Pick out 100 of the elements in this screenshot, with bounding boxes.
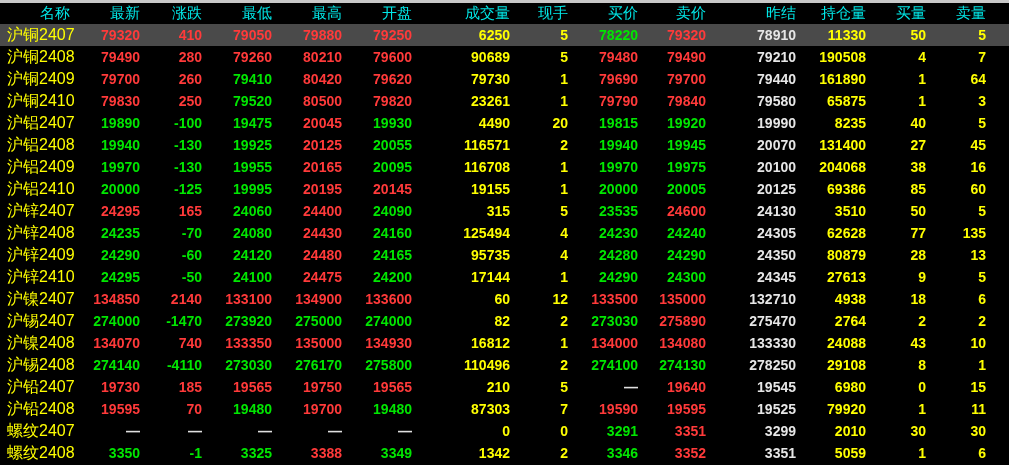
table-cell-text: 24060 xyxy=(232,203,272,219)
column-header[interactable]: 名称 xyxy=(0,4,75,23)
table-row[interactable]: 沪锌2409 24290 -60 24120 24480 24165 95735 4 24280 24290 24350 80879 28 13 xyxy=(0,244,1009,266)
table-cell-text: 24090 xyxy=(372,203,412,219)
contract-name: 沪铝2409 xyxy=(6,156,75,177)
table-cell-text: 19480 xyxy=(232,401,272,417)
table-row[interactable]: 沪锡2407 274000 -1470 273920 275000 274000 82 2 273030 275890 275470 2764 2 2 xyxy=(0,310,1009,332)
table-row[interactable]: 沪铅2408 19595 70 19480 19700 19480 87303 7 19590 19595 19525 79920 1 11 xyxy=(0,398,1009,420)
table-row[interactable]: 沪铅2407 19730 185 19565 19750 19565 210 5 — 19640 19545 6980 0 15 xyxy=(0,376,1009,398)
table-cell-text: 79210 xyxy=(756,49,796,65)
table-cell-text: 79260 xyxy=(232,49,272,65)
table-cell-text: 134080 xyxy=(658,335,706,351)
table-cell-text: 274130 xyxy=(658,357,706,373)
contract-name: 沪铜2410 xyxy=(6,90,75,111)
table-cell-text: 3325 xyxy=(239,445,272,461)
table-row[interactable]: 沪铜2409 79700 260 79410 80420 79620 79730 1 79690 79700 79440 161890 1 64 xyxy=(0,68,1009,90)
column-header[interactable]: 现手 xyxy=(510,4,568,23)
table-cell-text: -130 xyxy=(172,159,202,175)
table-cell-text: 2 xyxy=(559,137,568,153)
table-row[interactable]: 沪铜2410 79830 250 79520 80500 79820 23261 1 79790 79840 79580 65875 1 3 xyxy=(0,90,1009,112)
table-cell-text: 62628 xyxy=(826,225,866,241)
table-row[interactable]: 沪镍2407 134850 2140 133100 134900 133600 60 12 133500 135000 132710 4938 18 6 xyxy=(0,288,1009,310)
table-row[interactable]: 沪铜2408 79490 280 79260 80210 79600 90689 5 79480 79490 79210 190508 4 7 xyxy=(0,46,1009,68)
table-row[interactable]: 沪锌2410 24295 -50 24100 24475 24200 17144 1 24290 24300 24345 27613 9 5 xyxy=(0,266,1009,288)
table-row[interactable]: 沪铝2408 19940 -130 19925 20125 20055 116571 2 19940 19945 20070 131400 27 45 xyxy=(0,134,1009,156)
table-cell-text: -125 xyxy=(172,181,202,197)
table-cell-text: 24100 xyxy=(232,269,272,285)
contract-name: 沪铜2409 xyxy=(6,68,75,89)
table-row[interactable]: 沪锌2407 24295 165 24060 24400 24090 315 5 23535 24600 24130 3510 50 5 xyxy=(0,200,1009,222)
table-cell-text: 4 xyxy=(559,225,568,241)
table-cell-text: 60 xyxy=(493,291,510,307)
table-cell-text: 80210 xyxy=(302,49,342,65)
table-cell-text: 79250 xyxy=(372,27,412,43)
column-header[interactable]: 卖价 xyxy=(638,4,706,23)
table-cell-text: 5 xyxy=(559,203,568,219)
table-cell-text: 19945 xyxy=(666,137,706,153)
table-cell-text: -1 xyxy=(188,445,202,461)
table-row[interactable]: 沪铜2407 79320 410 79050 79880 79250 6250 5 78220 79320 78910 11330 50 5 xyxy=(0,24,1009,46)
table-cell-text: 24160 xyxy=(372,225,412,241)
table-row[interactable]: 沪镍2408 134070 740 133350 135000 134930 16812 1 134000 134080 133330 24088 43 10 xyxy=(0,332,1009,354)
table-cell-text: 4 xyxy=(917,49,926,65)
column-header[interactable]: 卖量 xyxy=(926,4,986,23)
table-cell-text: 80420 xyxy=(302,71,342,87)
table-cell-text: 1 xyxy=(917,401,926,417)
column-header[interactable]: 最新 xyxy=(75,4,140,23)
table-cell-text: — xyxy=(327,423,342,439)
table-cell-text: 27 xyxy=(909,137,926,153)
column-header[interactable]: 涨跌 xyxy=(140,4,202,23)
column-header[interactable]: 昨结 xyxy=(706,4,796,23)
table-cell-text: 134900 xyxy=(294,291,342,307)
column-header[interactable]: 最低 xyxy=(202,4,272,23)
table-row[interactable]: 沪铝2410 20000 -125 19995 20195 20145 19155 1 20000 20005 20125 69386 85 60 xyxy=(0,178,1009,200)
table-cell-text: 19970 xyxy=(598,159,638,175)
table-cell-text: 110496 xyxy=(463,357,510,373)
table-row[interactable]: 沪锌2408 24235 -70 24080 24430 24160 125494 4 24230 24240 24305 62628 77 135 xyxy=(0,222,1009,244)
table-cell-text: 50 xyxy=(909,27,926,43)
table-row[interactable]: 螺纹2407 — — — — — 0 0 3291 3351 3299 2010 30 30 xyxy=(0,420,1009,442)
table-cell-text: 1 xyxy=(917,445,926,461)
table-cell-text: 19815 xyxy=(598,115,638,131)
table-cell-text: 30 xyxy=(909,423,926,439)
table-row[interactable]: 沪锡2408 274140 -4110 273030 276170 275800 110496 2 274100 274130 278250 29108 8 1 xyxy=(0,354,1009,376)
table-cell-text: 278250 xyxy=(748,357,796,373)
table-cell-text: 0 xyxy=(917,379,926,395)
table-cell-text: 19750 xyxy=(302,379,342,395)
table-cell-text: 5 xyxy=(559,27,568,43)
column-header[interactable]: 持仓量 xyxy=(796,4,866,23)
table-row[interactable]: 沪铝2409 19970 -130 19955 20165 20095 116708 1 19970 19975 20100 204068 38 16 xyxy=(0,156,1009,178)
table-cell-text: 79410 xyxy=(232,71,272,87)
table-cell-text: -1470 xyxy=(165,313,202,329)
table-row[interactable]: 螺纹2408 3350 -1 3325 3388 3349 1342 2 3346 3352 3351 5059 1 6 xyxy=(0,442,1009,464)
table-cell-text: 740 xyxy=(177,335,202,351)
table-cell-text: 20070 xyxy=(756,137,796,153)
table-cell-text: 24235 xyxy=(100,225,140,241)
table-cell-text: 204068 xyxy=(818,159,866,175)
table-row[interactable]: 沪铝2407 19890 -100 19475 20045 19930 4490 20 19815 19920 19990 8235 40 5 xyxy=(0,112,1009,134)
column-header[interactable]: 最高 xyxy=(272,4,342,23)
table-cell-text: 185 xyxy=(177,379,202,395)
table-cell-text: 95735 xyxy=(470,247,510,263)
column-header[interactable]: 开盘 xyxy=(342,4,412,23)
table-cell-text: 24300 xyxy=(666,269,706,285)
table-cell-text: — xyxy=(125,423,140,439)
column-header[interactable]: 买量 xyxy=(866,4,926,23)
table-cell-text: 79620 xyxy=(372,71,412,87)
table-cell-text: 24430 xyxy=(302,225,342,241)
contract-name: 沪锡2408 xyxy=(6,354,75,375)
table-cell-text: -60 xyxy=(180,247,202,263)
column-header[interactable]: 买价 xyxy=(568,4,638,23)
table-cell-text: 133100 xyxy=(224,291,272,307)
contract-name: 沪锌2409 xyxy=(6,244,75,265)
table-cell-text: — xyxy=(187,423,202,439)
table-cell-text: 79690 xyxy=(598,71,638,87)
table-cell-text: — xyxy=(623,379,638,395)
table-cell-text: 3351 xyxy=(763,445,796,461)
column-header[interactable]: 成交量 xyxy=(412,4,510,23)
table-cell-text: 1 xyxy=(977,357,986,373)
table-cell-text: 79700 xyxy=(100,71,140,87)
table-cell-text: 5 xyxy=(559,49,568,65)
table-cell-text: 24305 xyxy=(756,225,796,241)
table-cell-text: 4938 xyxy=(833,291,866,307)
table-cell-text: 19480 xyxy=(372,401,412,417)
